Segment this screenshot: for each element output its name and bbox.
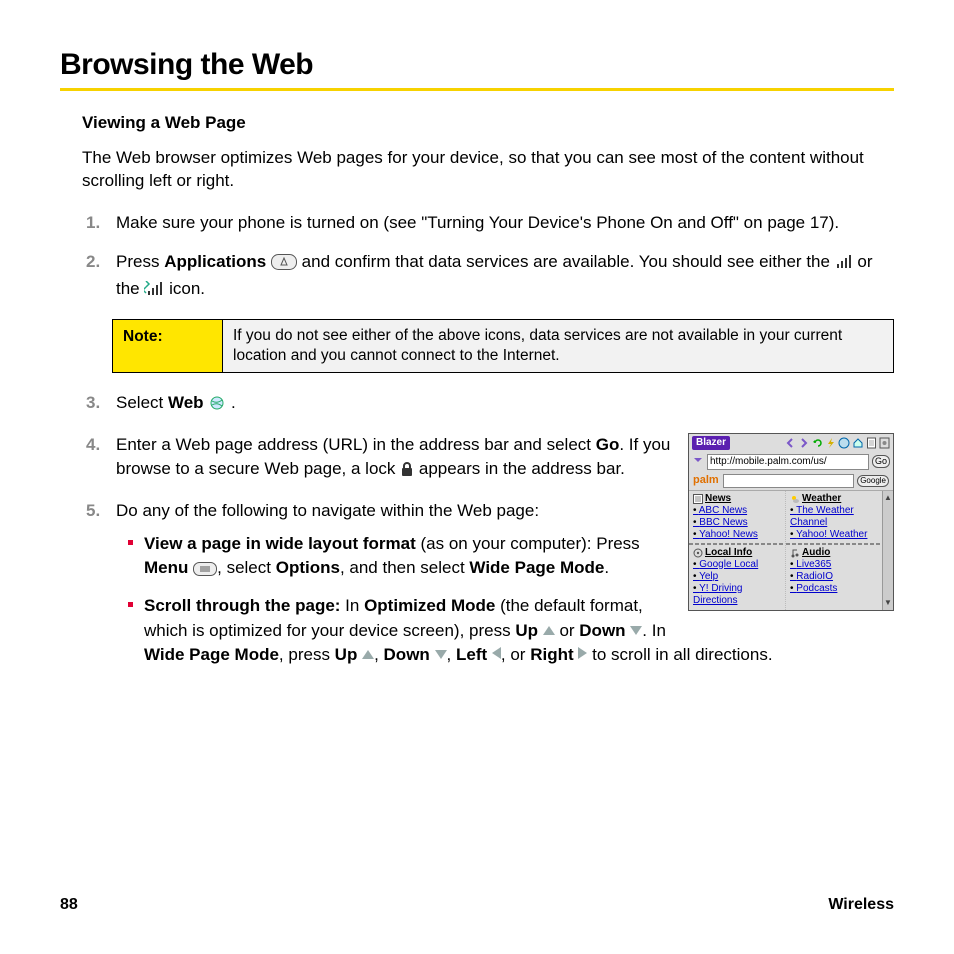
google-button[interactable]: Google: [857, 475, 889, 487]
step-text: Make sure your phone is turned on (see "…: [116, 213, 839, 232]
blazer-badge: Blazer: [692, 436, 730, 450]
step-1: 1. Make sure your phone is turned on (se…: [116, 211, 894, 236]
step-number: 4.: [86, 433, 100, 458]
step-text: icon.: [169, 279, 205, 298]
t: ,: [374, 645, 383, 664]
step-text: and confirm that data services are avail…: [302, 252, 835, 271]
page-number: 88: [60, 896, 78, 914]
home-icon[interactable]: [852, 437, 864, 449]
tool-icon[interactable]: [879, 437, 890, 449]
bookmark-dropdown-icon[interactable]: [692, 454, 704, 470]
t: .: [604, 558, 609, 577]
step-text: appears in the address bar.: [419, 459, 625, 478]
note-box: Note: If you do not see either of the ab…: [112, 319, 894, 373]
t: . In: [642, 621, 666, 640]
sub-title: View a page in wide layout format: [144, 534, 416, 553]
title-rule: [60, 88, 894, 91]
options-label: Options: [276, 558, 340, 577]
applications-label: Applications: [164, 252, 266, 271]
down-label: Down: [579, 621, 625, 640]
intro-paragraph: The Web browser optimizes Web pages for …: [82, 147, 894, 193]
step-number: 1.: [86, 211, 100, 236]
nav-back-icon[interactable]: [784, 437, 796, 449]
left-arrow-icon: [492, 647, 501, 659]
lightning-icon[interactable]: [826, 437, 836, 449]
menu-hardkey-icon: [193, 559, 217, 584]
address-bar[interactable]: http://mobile.palm.com/us/: [707, 454, 869, 470]
t: , press: [279, 645, 335, 664]
step-2: 2. Press Applications and confirm that d…: [116, 250, 894, 374]
step-text: Select: [116, 393, 168, 412]
up-label2: Up: [335, 645, 358, 664]
page-title: Browsing the Web: [60, 48, 894, 82]
step-number: 3.: [86, 391, 100, 416]
t: In: [340, 596, 364, 615]
t: to scroll in all directions.: [587, 645, 772, 664]
down-label2: Down: [384, 645, 430, 664]
page-icon[interactable]: [866, 437, 877, 449]
reload-icon[interactable]: [812, 437, 824, 449]
menu-label: Menu: [144, 558, 188, 577]
applications-hardkey-icon: [271, 253, 297, 278]
sub-bullet-wide: View a page in wide layout format (as on…: [144, 532, 894, 584]
t: , or: [501, 645, 530, 664]
wide-page-label: Wide Page Mode: [469, 558, 604, 577]
web-globe-icon: [208, 394, 226, 419]
step-3: 3. Select Web .: [116, 391, 894, 419]
up-arrow-icon: [362, 650, 374, 659]
right-label: Right: [530, 645, 573, 664]
step-4: 4. Blazer http://mobile.palm.: [116, 433, 894, 485]
down-arrow-icon: [435, 650, 447, 659]
t: or: [555, 621, 580, 640]
note-text: If you do not see either of the above ic…: [223, 320, 893, 372]
up-label: Up: [515, 621, 538, 640]
t: (as on your computer): Press: [416, 534, 640, 553]
sub-title: Scroll through the page:: [144, 596, 340, 615]
wide-page-label2: Wide Page Mode: [144, 645, 279, 664]
up-arrow-icon: [543, 626, 555, 635]
left-label: Left: [456, 645, 487, 664]
lock-icon: [400, 460, 414, 485]
signal-bars-icon: [835, 253, 853, 278]
go-button[interactable]: Go: [872, 455, 890, 468]
palm-logo: palm: [693, 474, 719, 487]
down-arrow-icon: [630, 626, 642, 635]
section-subhead: Viewing a Web Page: [82, 113, 894, 133]
t: ,: [447, 645, 456, 664]
t: , select: [217, 558, 276, 577]
step-5: 5. Do any of the following to navigate w…: [116, 499, 894, 668]
note-label: Note:: [113, 320, 223, 372]
go-label: Go: [596, 435, 620, 454]
t: , and then select: [340, 558, 469, 577]
step-text: Press: [116, 252, 164, 271]
globe-icon[interactable]: [838, 437, 850, 449]
web-label: Web: [168, 393, 204, 412]
step-text: .: [231, 393, 236, 412]
step-number: 2.: [86, 250, 100, 275]
step-text: Do any of the following to navigate with…: [116, 501, 539, 520]
section-name: Wireless: [828, 896, 894, 914]
signal-data-icon: [144, 280, 164, 305]
search-input[interactable]: [723, 474, 855, 488]
step-number: 5.: [86, 499, 100, 524]
step-text: Enter a Web page address (URL) in the ad…: [116, 435, 596, 454]
sub-bullet-scroll: Scroll through the page: In Optimized Mo…: [144, 594, 894, 668]
optimized-label: Optimized Mode: [364, 596, 495, 615]
nav-fwd-icon[interactable]: [798, 437, 810, 449]
